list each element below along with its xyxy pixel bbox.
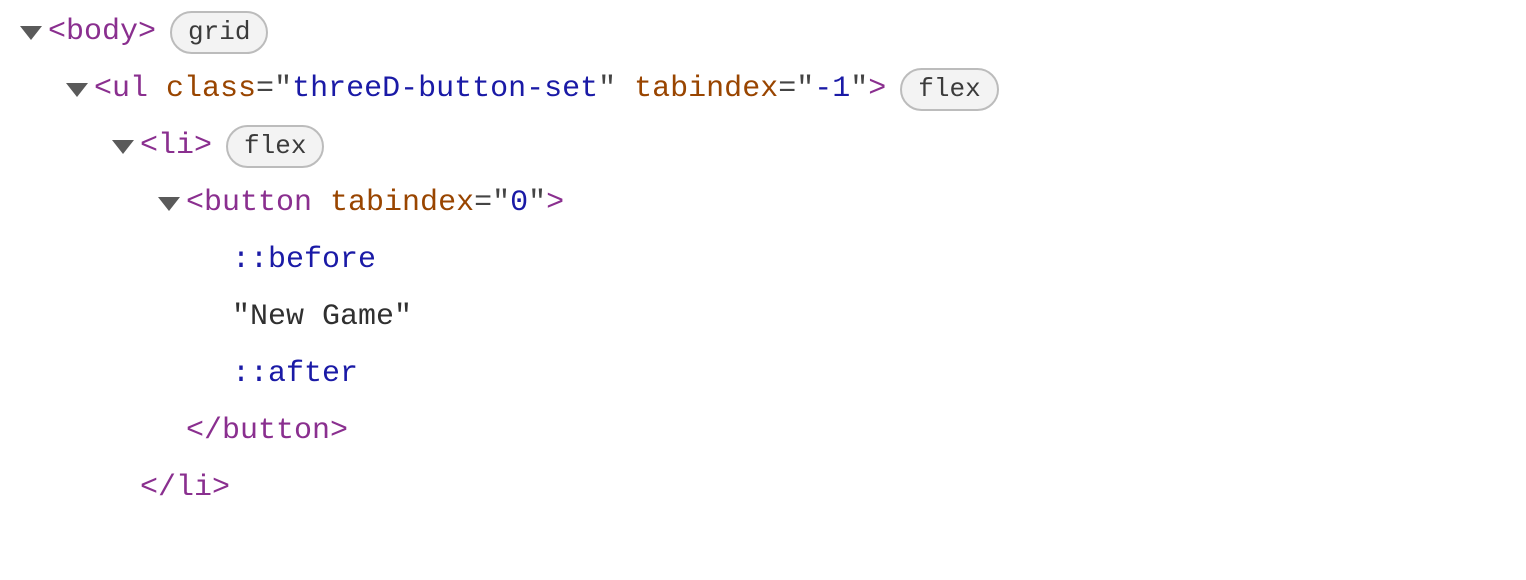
layout-badge-flex[interactable]: flex bbox=[900, 68, 998, 111]
node-ul[interactable]: <ul class="threeD-button-set" tabindex="… bbox=[20, 61, 1526, 118]
pseudo-before[interactable]: ::before bbox=[20, 232, 1526, 289]
attr-value-tabindex: -1 bbox=[814, 72, 850, 106]
dom-tree: <body> grid <ul class="threeD-button-set… bbox=[0, 0, 1526, 517]
equals: = bbox=[778, 72, 796, 106]
disclosure-triangle-icon[interactable] bbox=[66, 83, 88, 97]
equals: = bbox=[256, 72, 274, 106]
quote: " bbox=[850, 72, 868, 106]
quote: " bbox=[796, 72, 814, 106]
tag-body: <body> bbox=[48, 4, 156, 61]
attr-name-tabindex: tabindex bbox=[330, 186, 474, 220]
disclosure-triangle-icon[interactable] bbox=[112, 140, 134, 154]
pseudo-after[interactable]: ::after bbox=[20, 346, 1526, 403]
quote: " bbox=[528, 186, 546, 220]
disclosure-triangle-icon[interactable] bbox=[20, 26, 42, 40]
tag-button-close: </button> bbox=[186, 403, 348, 460]
pseudo-element-label: ::after bbox=[232, 346, 358, 403]
attr-name-tabindex: tabindex bbox=[634, 72, 778, 106]
quote: " bbox=[492, 186, 510, 220]
node-button-close[interactable]: </button> bbox=[20, 403, 1526, 460]
node-li-close[interactable]: </li> bbox=[20, 460, 1526, 517]
node-body[interactable]: <body> grid bbox=[20, 4, 1526, 61]
tag-name: <button bbox=[186, 186, 312, 220]
layout-badge-flex[interactable]: flex bbox=[226, 125, 324, 168]
text-node[interactable]: "New Game" bbox=[20, 289, 1526, 346]
node-li[interactable]: <li> flex bbox=[20, 118, 1526, 175]
attr-name-class: class bbox=[166, 72, 256, 106]
pseudo-element-label: ::before bbox=[232, 232, 376, 289]
tag-ul-open: <ul class="threeD-button-set" tabindex="… bbox=[94, 61, 886, 118]
node-button[interactable]: <button tabindex="0"> bbox=[20, 175, 1526, 232]
attr-value-tabindex: 0 bbox=[510, 186, 528, 220]
text-node-value: "New Game" bbox=[232, 289, 412, 346]
tag-li: <li> bbox=[140, 118, 212, 175]
disclosure-triangle-icon[interactable] bbox=[158, 197, 180, 211]
tag-close-bracket: > bbox=[868, 72, 886, 106]
attr-value-class: threeD-button-set bbox=[292, 72, 598, 106]
quote: " bbox=[598, 72, 616, 106]
tag-close-bracket: > bbox=[546, 186, 564, 220]
tag-name: <ul bbox=[94, 72, 148, 106]
tag-button-open: <button tabindex="0"> bbox=[186, 175, 564, 232]
tag-li-close: </li> bbox=[140, 460, 230, 517]
equals: = bbox=[474, 186, 492, 220]
layout-badge-grid[interactable]: grid bbox=[170, 11, 268, 54]
quote: " bbox=[274, 72, 292, 106]
